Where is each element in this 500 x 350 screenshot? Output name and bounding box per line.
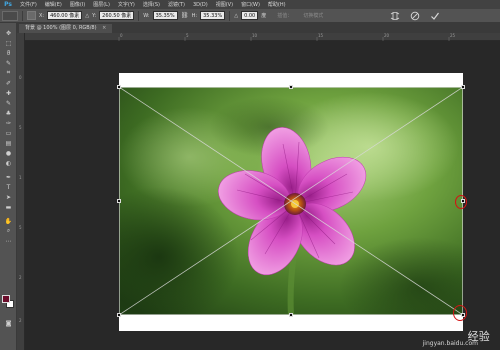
ruler-tick-label: 1	[19, 175, 22, 180]
x-field[interactable]: 460.00 像素	[47, 11, 83, 20]
divider	[229, 10, 231, 21]
menu-window[interactable]: 窗口(W)	[237, 1, 264, 8]
crop-tool-icon[interactable]: ⌗	[4, 69, 13, 77]
type-tool-icon[interactable]: T	[4, 183, 13, 191]
w-field[interactable]: 35.35%	[152, 11, 178, 20]
y-label: Y:	[92, 12, 97, 19]
menu-filter[interactable]: 滤镜(T)	[164, 1, 189, 8]
divider	[22, 10, 23, 21]
blur-tool-icon[interactable]: ●	[4, 149, 13, 157]
pen-tool-icon[interactable]: ✒	[4, 173, 13, 181]
switch-mode-toggle[interactable]: 切换模式	[303, 12, 323, 19]
menu-edit[interactable]: 编辑(E)	[41, 1, 66, 8]
menu-select[interactable]: 选择(S)	[139, 1, 164, 8]
menu-bar: Ps 文件(F) 编辑(E) 图像(I) 图层(L) 文字(Y) 选择(S) 滤…	[0, 0, 500, 9]
w-label: W:	[143, 12, 150, 19]
shape-tool-icon[interactable]: ▬	[4, 203, 13, 211]
healing-brush-tool-icon[interactable]: ✚	[4, 89, 13, 97]
horizontal-ruler[interactable]: 0 5 10 15 20 25	[25, 33, 500, 41]
interp-label: 插值：	[277, 13, 293, 19]
dodge-tool-icon[interactable]: ◐	[4, 159, 13, 167]
close-icon[interactable]: ×	[102, 25, 106, 31]
flower-photo-layer[interactable]	[119, 87, 463, 315]
reference-point-icon[interactable]	[27, 11, 36, 20]
y-field[interactable]: 260.50 像素	[99, 11, 135, 20]
app-logo: Ps	[4, 1, 12, 8]
tool-preset-picker[interactable]	[2, 10, 18, 21]
zoom-tool-icon[interactable]: ⌕	[4, 227, 13, 235]
ruler-tick-label: 5	[19, 125, 22, 130]
eraser-tool-icon[interactable]: ▭	[4, 129, 13, 137]
ruler-tick-label: 2	[19, 275, 22, 280]
menu-type[interactable]: 文字(Y)	[114, 1, 139, 8]
options-bar: X: 460.00 像素 △ Y: 260.50 像素 W: 35.35% ⛓ …	[0, 9, 500, 23]
transform-handle-top-left[interactable]	[117, 85, 121, 89]
menu-view[interactable]: 视图(V)	[212, 1, 237, 8]
transform-handle-left[interactable]	[117, 199, 121, 203]
h-label: H:	[191, 12, 198, 19]
foreground-color-swatch[interactable]	[2, 295, 10, 303]
transform-handle-top-right[interactable]	[461, 85, 465, 89]
menu-help[interactable]: 帮助(H)	[264, 1, 290, 8]
delta-icon[interactable]: △	[85, 13, 89, 19]
transform-handle-bottom[interactable]	[289, 313, 293, 317]
vertical-ruler[interactable]: 0 5 1 5 2 2	[17, 33, 25, 350]
more-tools-icon[interactable]: ⋯	[4, 237, 13, 245]
history-brush-tool-icon[interactable]: ✑	[4, 119, 13, 127]
transform-actions	[390, 9, 440, 23]
ruler-tick-label: 5	[186, 33, 189, 38]
clone-stamp-tool-icon[interactable]: ♣	[4, 109, 13, 117]
document-tab[interactable]: 背景 @ 100% (图层 0, RGB/8) ×	[19, 24, 113, 33]
gradient-tool-icon[interactable]: ▤	[4, 139, 13, 147]
ruler-tick-label: 0	[120, 33, 123, 38]
annotation-circle-corner-handle	[453, 305, 467, 321]
tools-panel: ✥ ⬚ ϑ ✎ ⌗ ✐ ✚ ✎ ♣ ✑ ▭ ▤ ● ◐ ✒ T ➤ ▬ ✋ ⌕ …	[0, 23, 17, 350]
transform-handle-bottom-left[interactable]	[117, 313, 121, 317]
watermark-site: jingyan.baidu.com	[422, 340, 478, 347]
menu-layer[interactable]: 图层(L)	[89, 1, 114, 8]
lasso-tool-icon[interactable]: ϑ	[4, 49, 13, 57]
ruler-tick-label: 25	[450, 33, 456, 38]
commit-icon[interactable]	[430, 11, 440, 21]
move-tool-icon[interactable]: ✥	[4, 29, 13, 37]
annotation-circle-right-handle	[455, 195, 467, 209]
menu-image[interactable]: 图像(I)	[66, 1, 89, 8]
marquee-tool-icon[interactable]: ⬚	[4, 39, 13, 47]
ruler-tick-label: 2	[19, 318, 22, 323]
quick-select-tool-icon[interactable]: ✎	[4, 59, 13, 67]
warp-icon[interactable]	[390, 11, 400, 21]
x-label: X:	[39, 12, 45, 19]
quick-mask-icon[interactable]: ◙	[4, 319, 13, 327]
menu-file[interactable]: 文件(F)	[16, 1, 41, 8]
ruler-tick-label: 0	[19, 75, 22, 80]
ruler-tick-label: 20	[384, 33, 390, 38]
angle-icon: △	[234, 12, 239, 19]
document-tab-title: 背景 @ 100% (图层 0, RGB/8)	[25, 25, 97, 31]
eyedropper-tool-icon[interactable]: ✐	[4, 79, 13, 87]
ruler-tick-label: 15	[318, 33, 324, 38]
transform-handle-top[interactable]	[289, 85, 293, 89]
brush-tool-icon[interactable]: ✎	[4, 99, 13, 107]
hand-tool-icon[interactable]: ✋	[4, 217, 13, 225]
angle-unit: 度	[261, 13, 267, 19]
ruler-tick-label: 10	[252, 33, 258, 38]
menu-3d[interactable]: 3D(D)	[189, 2, 212, 8]
h-field[interactable]: 35.33%	[200, 11, 226, 20]
document-tab-bar: 背景 @ 100% (图层 0, RGB/8) ×	[17, 23, 500, 33]
ruler-tick-label: 5	[19, 225, 22, 230]
path-select-tool-icon[interactable]: ➤	[4, 193, 13, 201]
divider	[138, 10, 140, 21]
angle-field[interactable]: 0.00	[241, 11, 259, 20]
link-icon[interactable]: ⛓	[181, 11, 189, 20]
cancel-icon[interactable]	[410, 11, 420, 21]
